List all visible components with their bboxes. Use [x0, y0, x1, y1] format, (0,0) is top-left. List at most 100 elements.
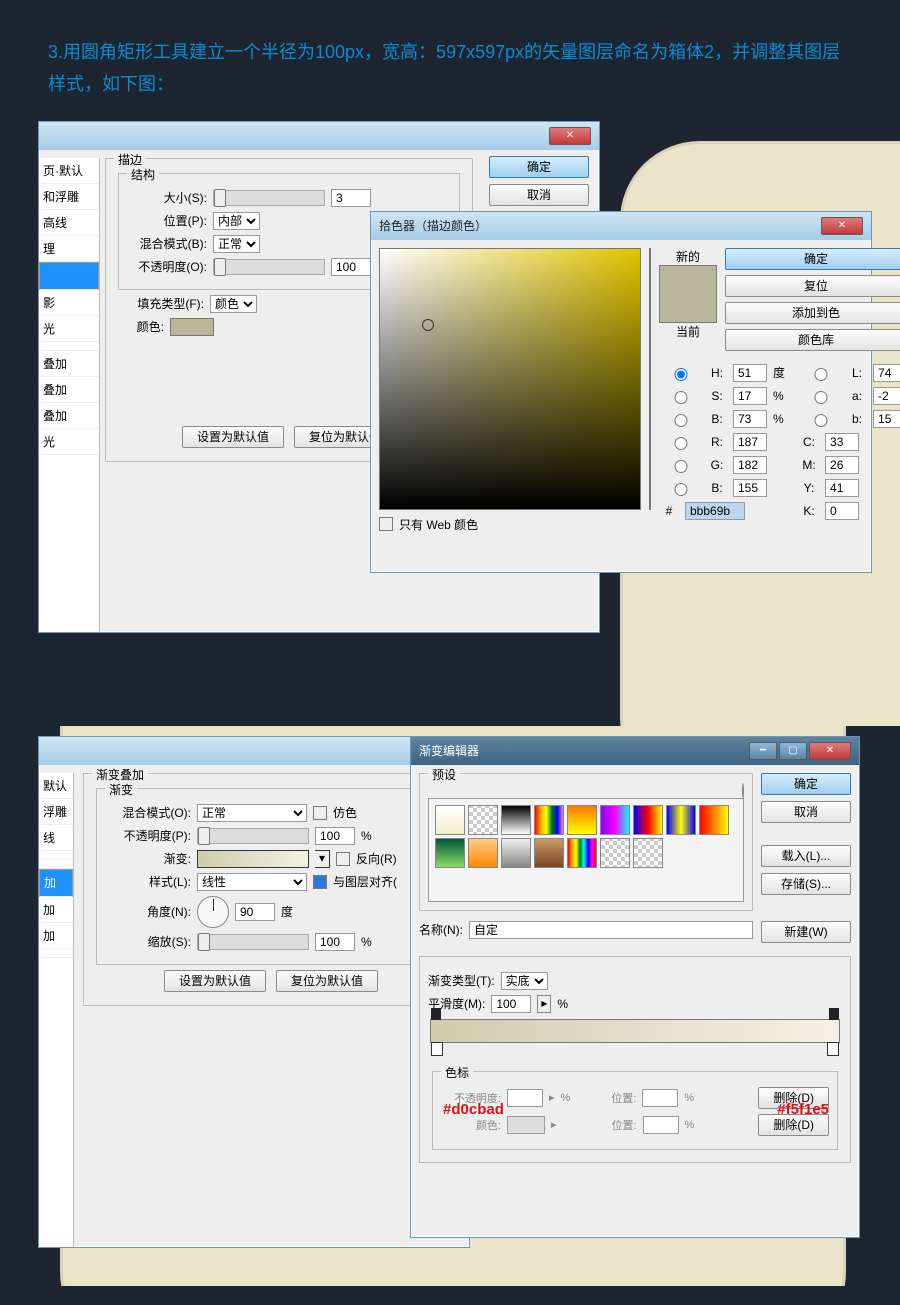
style-list-item[interactable] [39, 262, 99, 290]
style-select[interactable]: 线性 [197, 873, 307, 891]
color-swatch[interactable] [170, 318, 214, 336]
style-list-item[interactable]: 光 [39, 429, 99, 455]
preset-list[interactable] [428, 798, 744, 902]
style-list-item[interactable]: 加 [39, 869, 73, 897]
stop-opacity-input[interactable] [507, 1089, 543, 1107]
angle-dial[interactable] [197, 896, 229, 928]
color-lib-button[interactable]: 颜色库 [725, 329, 900, 351]
hex-input[interactable] [685, 502, 745, 520]
new-button[interactable]: 新建(W) [761, 921, 851, 943]
add-swatch-button[interactable]: 添加到色 [725, 302, 900, 324]
minimize-icon[interactable]: ━ [749, 742, 777, 760]
r-radio[interactable] [664, 437, 698, 450]
save-button[interactable]: 存储(S)... [761, 873, 851, 895]
smooth-dropdown[interactable]: ▸ [537, 995, 551, 1013]
opacity-stop[interactable] [829, 1008, 839, 1020]
style-list-item[interactable]: 理 [39, 236, 99, 262]
a-radio[interactable] [804, 391, 838, 404]
k-input[interactable] [825, 502, 859, 520]
style-list-item[interactable]: 高线 [39, 210, 99, 236]
cancel-button[interactable]: 取消 [761, 801, 851, 823]
scale-slider[interactable] [197, 934, 309, 950]
h-radio[interactable] [664, 368, 698, 381]
close-icon[interactable]: ✕ [821, 217, 863, 235]
a-input[interactable] [873, 387, 900, 405]
style-list-item[interactable] [39, 860, 73, 869]
make-default-button[interactable]: 设置为默认值 [182, 426, 284, 448]
smooth-input[interactable] [491, 995, 531, 1013]
maximize-icon[interactable]: ▢ [779, 742, 807, 760]
style-list-item[interactable]: 加 [39, 897, 73, 923]
style-list-item[interactable]: 浮雕 [39, 799, 73, 825]
bb-radio[interactable] [664, 483, 698, 496]
color-stop[interactable] [431, 1042, 443, 1056]
m-input[interactable] [825, 456, 859, 474]
type-select[interactable]: 实底 [501, 972, 548, 990]
load-button[interactable]: 载入(L)... [761, 845, 851, 867]
style-list-item[interactable]: 默认 [39, 773, 73, 799]
close-icon[interactable]: ✕ [549, 127, 591, 145]
reverse-checkbox[interactable] [336, 852, 350, 866]
stop-loc-input[interactable] [642, 1089, 678, 1107]
size-slider[interactable] [213, 190, 325, 206]
ok-button[interactable]: 确定 [761, 773, 851, 795]
close-icon[interactable]: ✕ [809, 742, 851, 760]
ok-button[interactable]: 确定 [725, 248, 900, 270]
cancel-button[interactable]: 取消 [489, 184, 589, 206]
opacity-stop[interactable] [431, 1008, 441, 1020]
stop-color-swatch[interactable] [507, 1116, 545, 1134]
style-list-item[interactable]: 叠加 [39, 351, 99, 377]
style-list-item[interactable]: 光 [39, 316, 99, 342]
stop-loc-input[interactable] [643, 1116, 679, 1134]
gradient-swatch[interactable] [197, 850, 309, 868]
size-input[interactable] [331, 189, 371, 207]
gear-icon[interactable] [742, 783, 744, 799]
gradient-bar[interactable] [430, 1019, 840, 1043]
gradient-dropdown[interactable]: ▾ [315, 850, 330, 868]
style-list-item[interactable] [39, 949, 73, 958]
dither-checkbox[interactable] [313, 806, 327, 820]
s-input[interactable] [733, 387, 767, 405]
color-stop[interactable] [827, 1042, 839, 1056]
style-list-item[interactable] [39, 342, 99, 351]
opacity-input[interactable] [331, 258, 371, 276]
c-input[interactable] [825, 433, 859, 451]
r-input[interactable] [733, 433, 767, 451]
b-input[interactable] [733, 410, 767, 428]
style-list-item[interactable]: 页·默认 [39, 158, 99, 184]
sv-field[interactable] [379, 248, 641, 510]
reset-default-button[interactable]: 复位为默认值 [276, 970, 378, 992]
align-checkbox[interactable] [313, 875, 327, 889]
h-input[interactable] [733, 364, 767, 382]
b-radio[interactable] [664, 414, 698, 427]
blend-select[interactable]: 正常 [197, 804, 307, 822]
style-list-item[interactable] [39, 851, 73, 860]
style-list-item[interactable]: 线 [39, 825, 73, 851]
opacity-input[interactable] [315, 827, 355, 845]
style-list-item[interactable]: 叠加 [39, 377, 99, 403]
scale-input[interactable] [315, 933, 355, 951]
g-radio[interactable] [664, 460, 698, 473]
style-list-item[interactable]: 和浮雕 [39, 184, 99, 210]
blend-select[interactable]: 正常 [213, 235, 260, 253]
web-only-checkbox[interactable] [379, 517, 393, 531]
angle-input[interactable] [235, 903, 275, 921]
l-input[interactable] [873, 364, 900, 382]
opacity-slider[interactable] [213, 259, 325, 275]
y-input[interactable] [825, 479, 859, 497]
hue-strip[interactable] [649, 248, 651, 510]
fill-type-select[interactable]: 颜色 [210, 295, 257, 313]
picker-marker[interactable] [422, 319, 434, 331]
style-list-item[interactable]: 影 [39, 290, 99, 316]
position-select[interactable]: 内部 [213, 212, 260, 230]
bb-input[interactable] [733, 479, 767, 497]
s-radio[interactable] [664, 391, 698, 404]
name-input[interactable] [469, 921, 753, 939]
reset-button[interactable]: 复位 [725, 275, 900, 297]
b2-input[interactable] [873, 410, 900, 428]
style-list-item[interactable]: 加 [39, 923, 73, 949]
opacity-slider[interactable] [197, 828, 309, 844]
g-input[interactable] [733, 456, 767, 474]
ok-button[interactable]: 确定 [489, 156, 589, 178]
l-radio[interactable] [804, 368, 838, 381]
